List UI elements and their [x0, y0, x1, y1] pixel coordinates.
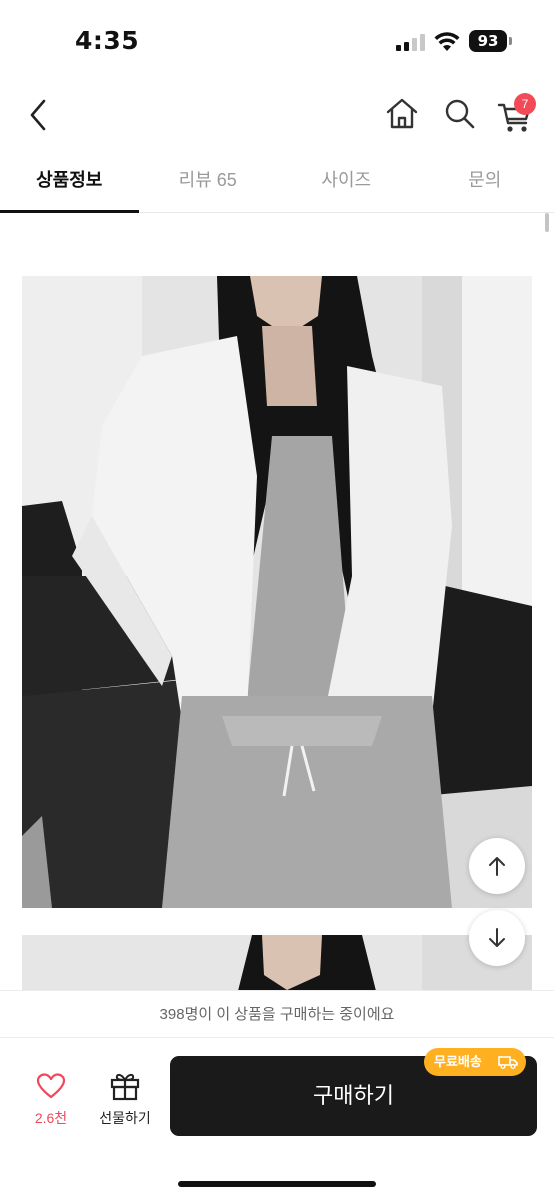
- free-shipping-label: 무료배송: [434, 1054, 482, 1069]
- tab-product-info[interactable]: 상품정보: [0, 155, 139, 213]
- free-shipping-badge: 무료배송: [424, 1048, 526, 1076]
- tab-reviews[interactable]: 리뷰 65: [139, 155, 278, 212]
- cellular-signal-icon: [396, 33, 426, 51]
- status-time: 4:35: [75, 26, 140, 55]
- battery-tip: [509, 37, 512, 45]
- battery-indicator: 93: [469, 30, 507, 52]
- bottom-action-bar: 2.6천 선물하기 구매하기 무료배송: [0, 1038, 554, 1200]
- product-photo: [22, 276, 532, 908]
- scroll-to-bottom-button[interactable]: [469, 910, 525, 966]
- status-bar: 4:35 93: [0, 0, 554, 80]
- cart-count-badge: 7: [514, 93, 536, 115]
- product-photo-2: [22, 935, 532, 995]
- purchase-notice: 398명이 이 상품을 구매하는 중이에요: [0, 990, 554, 1038]
- arrow-down-icon: [489, 928, 505, 947]
- scrollbar-thumb[interactable]: [545, 213, 549, 232]
- gift-label: 선물하기: [99, 1110, 151, 1126]
- tab-inquiry[interactable]: 문의: [416, 155, 554, 212]
- arrow-up-icon: [489, 857, 505, 876]
- tab-size[interactable]: 사이즈: [277, 155, 416, 212]
- product-tabs: 상품정보 리뷰 65 사이즈 문의: [0, 155, 554, 213]
- heart-icon: [36, 1073, 66, 1099]
- like-count: 2.6천: [34, 1110, 68, 1126]
- home-indicator: [178, 1181, 376, 1187]
- scroll-to-top-button[interactable]: [469, 838, 525, 894]
- search-button[interactable]: [441, 95, 479, 133]
- like-button[interactable]: 2.6천: [24, 1072, 78, 1132]
- top-nav-bar: [0, 85, 554, 145]
- gift-icon: [110, 1073, 140, 1101]
- back-button[interactable]: [22, 95, 58, 135]
- home-button[interactable]: [383, 95, 421, 133]
- back-icon: [30, 99, 46, 131]
- truck-icon: [498, 1056, 518, 1069]
- gift-button[interactable]: 선물하기: [90, 1070, 160, 1132]
- search-icon: [445, 99, 475, 129]
- home-icon: [386, 98, 418, 129]
- wifi-icon: [434, 32, 460, 51]
